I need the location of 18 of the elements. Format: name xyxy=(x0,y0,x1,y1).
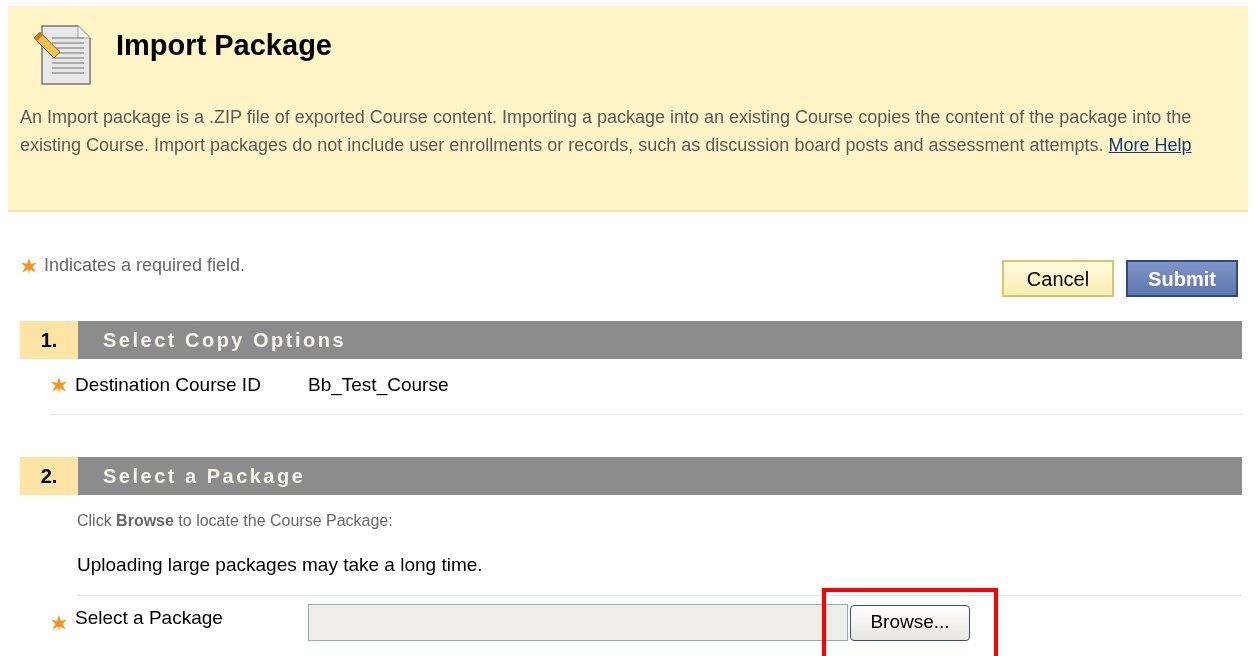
field-value: Bb_Test_Course xyxy=(308,373,449,398)
file-path-field[interactable] xyxy=(308,604,848,641)
submit-button[interactable]: Submit xyxy=(1126,260,1238,297)
section-header: Select a Package xyxy=(78,456,1242,495)
required-icon xyxy=(20,256,38,275)
browse-button[interactable]: Browse... xyxy=(850,604,970,641)
section-header: Select Copy Options xyxy=(78,321,1242,359)
instruction-text: Click Browse to locate the Course Package: xyxy=(77,511,393,529)
step-number: 2. xyxy=(20,456,78,495)
page-title: Import Package xyxy=(116,28,332,64)
field-label: Select a Package xyxy=(75,606,224,630)
field-label: Destination Course ID xyxy=(75,373,262,397)
cancel-button[interactable]: Cancel xyxy=(1002,260,1114,297)
note-text: Uploading large packages may take a long time. xyxy=(77,553,483,575)
required-note: Indicates a required field. xyxy=(44,254,246,277)
more-help-link[interactable]: More Help xyxy=(1108,134,1192,155)
description-text: An Import package is a .ZIP file of exported Course content. Importing a package into an existing Course copies the content of the package into the existing Course. Import packages do not include user enrollments or records, such as discussion board posts and assessment attempts. More Help xyxy=(20,106,1193,157)
step-number: 1. xyxy=(20,321,78,359)
